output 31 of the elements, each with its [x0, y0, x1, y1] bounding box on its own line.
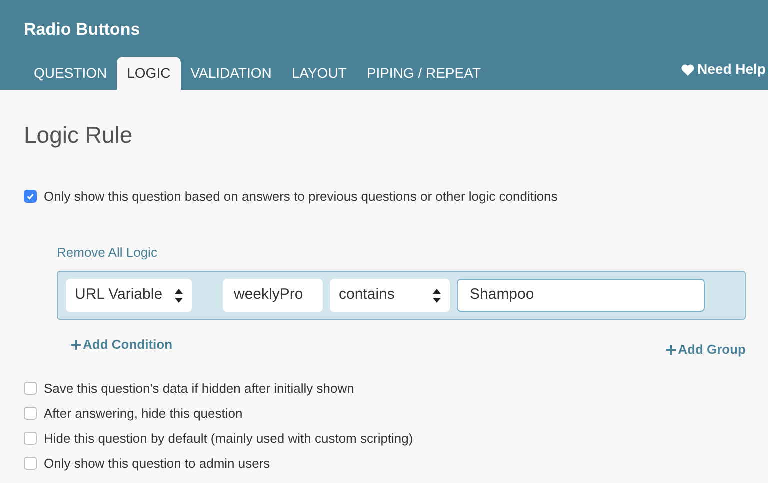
heart-icon — [680, 64, 695, 76]
checkbox[interactable] — [24, 432, 37, 445]
checkbox[interactable] — [24, 407, 37, 420]
tab[interactable]: LOGIC — [117, 57, 181, 90]
checkbox-label: Only show this question to admin users — [44, 456, 270, 472]
text-field[interactable]: weeklyPro — [223, 279, 323, 312]
tab[interactable]: VALIDATION — [180, 57, 282, 90]
plus-icon — [71, 340, 81, 350]
tab[interactable]: QUESTION — [24, 57, 118, 90]
help-link[interactable]: Need Help — [680, 59, 766, 80]
tab[interactable]: LAYOUT — [282, 57, 357, 90]
checkbox[interactable] — [24, 382, 37, 395]
tab[interactable]: PIPING / REPEAT — [356, 57, 491, 90]
add-condition-link[interactable]: Add Condition — [71, 330, 173, 360]
dropdown[interactable]: contains — [330, 279, 450, 312]
checkbox-label: Only show this question based on answers to previous questions or other logic conditions — [44, 188, 558, 206]
plus-icon — [666, 344, 676, 355]
up-down-icon — [175, 288, 183, 302]
checkmark-icon — [26, 192, 35, 202]
dialog-title: Radio Buttons — [24, 20, 140, 39]
dropdown[interactable]: URL Variable — [66, 279, 192, 312]
checkbox-label: Save this question's data if hidden after initially shown — [44, 380, 354, 396]
checkbox[interactable] — [24, 190, 37, 204]
add-group-link[interactable]: Add Group — [666, 340, 746, 360]
text-field[interactable]: Shampoo — [457, 279, 705, 312]
section-title: Logic Rule — [24, 122, 134, 148]
checkbox-label: After answering, hide this question — [44, 406, 243, 422]
checkbox[interactable] — [24, 457, 37, 470]
remove-all-logic-link[interactable]: Remove All Logic — [57, 242, 158, 262]
checkbox-label: Hide this question by default (mainly used with custom scripting) — [44, 430, 414, 446]
up-down-icon — [433, 288, 441, 302]
